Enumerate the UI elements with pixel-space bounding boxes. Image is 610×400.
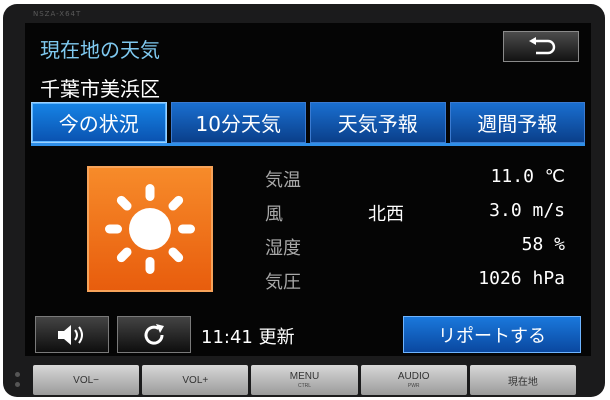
temperature-value: 11.0 ℃: [490, 166, 565, 187]
report-button[interactable]: リポートする: [403, 316, 581, 353]
indicator-light: [15, 382, 20, 387]
current-location-button[interactable]: 現在地: [469, 365, 577, 395]
sun-icon: [105, 184, 195, 274]
tab-10min[interactable]: 10分天気: [170, 102, 306, 143]
indicator-light: [15, 372, 20, 377]
back-button[interactable]: [503, 31, 579, 62]
device-bezel: NSZA-X64T 現在地の天気 千葉市美浜区 今の状況 10分天気 天気予報 …: [3, 4, 605, 397]
audio-button[interactable]: AUDIO PWR: [360, 365, 467, 395]
vol-down-button[interactable]: VOL−: [33, 365, 140, 395]
temperature-label: 気温: [265, 170, 301, 191]
hw-button-sublabel: CTRL: [297, 383, 312, 389]
humidity-value: 58 %: [521, 234, 565, 255]
refresh-button[interactable]: [117, 316, 191, 353]
tab-bar: 今の状況 10分天気 天気予報 週間予報: [31, 102, 585, 143]
tab-underline: [31, 143, 585, 146]
hw-button-sublabel: PWR: [407, 383, 420, 389]
hardware-button-row: VOL− VOL+ MENU CTRL AUDIO PWR 現在地: [33, 365, 577, 395]
voice-button[interactable]: [35, 316, 109, 353]
vol-up-button[interactable]: VOL+: [142, 365, 249, 395]
humidity-label: 湿度: [265, 238, 301, 259]
model-label: NSZA-X64T: [33, 10, 82, 18]
hw-button-label: VOL+: [182, 374, 209, 386]
hw-button-label: MENU: [289, 371, 320, 382]
tab-forecast[interactable]: 天気予報: [310, 102, 446, 143]
back-arrow-icon: [529, 36, 556, 54]
pressure-value: 1026 hPa: [478, 268, 565, 289]
refresh-icon: [144, 323, 164, 345]
hw-button-label: VOL−: [73, 374, 100, 386]
tab-weekly[interactable]: 週間予報: [449, 102, 585, 143]
speaker-icon: [58, 324, 83, 345]
page-title: 現在地の天気: [40, 38, 160, 62]
tab-current[interactable]: 今の状況: [31, 102, 167, 143]
hw-button-label: 現在地: [507, 376, 538, 388]
location-name: 千葉市美浜区: [40, 77, 160, 101]
wind-label: 風: [265, 204, 283, 225]
menu-button[interactable]: MENU CTRL: [251, 365, 358, 395]
wind-value: 3.0 m/s: [489, 200, 565, 221]
updated-time: 11:41 更新: [201, 327, 295, 348]
weather-condition: [87, 166, 213, 292]
hw-button-label: AUDIO: [397, 371, 430, 382]
pressure-label: 気圧: [265, 272, 301, 293]
screen: 現在地の天気 千葉市美浜区 今の状況 10分天気 天気予報 週間予報 気温 11…: [25, 23, 591, 356]
